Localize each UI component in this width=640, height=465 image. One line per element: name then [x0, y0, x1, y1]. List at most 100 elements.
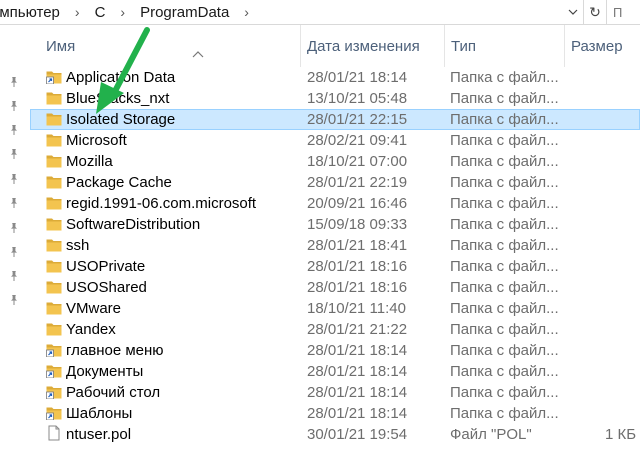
file-row[interactable]: VMware 18/10/21 11:40 Папка с файл...	[30, 298, 640, 319]
breadcrumb-separator[interactable]: ›	[234, 4, 259, 20]
file-row[interactable]: Microsoft 28/02/21 09:41 Папка с файл...	[30, 130, 640, 151]
file-type: Папка с файл...	[450, 69, 559, 86]
file-type: Папка с файл...	[450, 363, 559, 380]
file-date: 30/01/21 19:54	[307, 426, 408, 443]
file-row[interactable]: BlueStacks_nxt 13/10/21 05:48 Папка с файл…	[30, 88, 640, 109]
address-dropdown-button[interactable]	[564, 3, 582, 21]
pin-icon[interactable]	[8, 245, 20, 257]
file-row[interactable]: Рабочий стол 28/01/21 18:14 Папка с файл..…	[30, 382, 640, 403]
folder-icon	[46, 322, 62, 336]
file-type: Папка с файл...	[450, 321, 559, 338]
breadcrumb-separator[interactable]: ›	[110, 4, 135, 20]
file-type: Папка с файл...	[450, 405, 559, 422]
file-row[interactable]: Mozilla 18/10/21 07:00 Папка с файл...	[30, 151, 640, 172]
file-name: Шаблоны	[66, 405, 133, 422]
column-header-size[interactable]: Размер	[564, 25, 640, 67]
pin-icon[interactable]	[8, 172, 20, 184]
breadcrumb-computer[interactable]: омпьютер	[0, 4, 65, 21]
file-date: 28/02/21 09:41	[307, 132, 408, 149]
file-name: ssh	[66, 237, 90, 254]
folder-icon	[46, 154, 62, 168]
refresh-button[interactable]: ↻	[583, 0, 606, 24]
folder-icon	[46, 280, 62, 294]
file-date: 28/01/21 18:14	[307, 384, 408, 401]
folder-shortcut-icon	[46, 70, 62, 85]
file-type: Папка с файл...	[450, 237, 559, 254]
file-date: 28/01/21 22:19	[307, 174, 408, 191]
file-size: 1 КБ	[605, 426, 637, 443]
column-header-type[interactable]: Тип	[444, 25, 564, 67]
file-date: 15/09/18 09:33	[307, 216, 408, 233]
pin-icon[interactable]	[8, 293, 20, 305]
search-input[interactable]: П	[606, 0, 640, 24]
file-type: Папка с файл...	[450, 174, 559, 191]
column-header-date[interactable]: Дата изменения	[300, 25, 444, 67]
file-name: Mozilla	[66, 153, 113, 170]
file-type: Папка с файл...	[450, 111, 559, 128]
pin-icon[interactable]	[8, 75, 20, 87]
file-name: Документы	[66, 363, 144, 380]
file-name: VMware	[66, 300, 122, 317]
file-name: USOShared	[66, 279, 147, 296]
file-icon	[46, 425, 62, 441]
pin-icon[interactable]	[8, 269, 20, 281]
file-row[interactable]: USOShared 28/01/21 18:16 Папка с файл...	[30, 277, 640, 298]
file-date: 18/10/21 07:00	[307, 153, 408, 170]
file-date: 28/01/21 18:16	[307, 258, 408, 275]
file-row[interactable]: Yandex 28/01/21 21:22 Папка с файл...	[30, 319, 640, 340]
file-name: USOPrivate	[66, 258, 146, 275]
pin-icon[interactable]	[8, 147, 20, 159]
file-name: Рабочий стол	[66, 384, 161, 401]
file-row[interactable]: ntuser.pol 30/01/21 19:54 Файл "POL" 1 КБ	[30, 424, 640, 445]
file-name: SoftwareDistribution	[66, 216, 201, 233]
folder-icon	[46, 301, 62, 315]
file-list: Application Data 28/01/21 18:14 Папка с фа…	[30, 67, 640, 445]
column-header-name[interactable]: Имя	[40, 25, 300, 67]
pin-icon[interactable]	[8, 99, 20, 111]
file-name: Isolated Storage	[66, 111, 176, 128]
pin-icon[interactable]	[8, 221, 20, 233]
file-row[interactable]: regid.1991-06.com.microsoft 20/09/21 16:4…	[30, 193, 640, 214]
file-name: ntuser.pol	[66, 426, 132, 443]
file-date: 28/01/21 18:14	[307, 69, 408, 86]
file-date: 28/01/21 18:14	[307, 363, 408, 380]
file-date: 13/10/21 05:48	[307, 90, 408, 107]
file-date: 28/01/21 18:14	[307, 405, 408, 422]
breadcrumb-drive-c[interactable]: C	[90, 4, 111, 21]
folder-icon	[46, 112, 62, 126]
folder-shortcut-icon	[46, 406, 62, 421]
file-date: 18/10/21 11:40	[307, 300, 406, 317]
pin-icon[interactable]	[8, 123, 20, 135]
file-name: Yandex	[66, 321, 116, 338]
file-name: главное меню	[66, 342, 164, 359]
file-type: Папка с файл...	[450, 342, 559, 359]
file-type: Файл "POL"	[450, 426, 532, 443]
file-row[interactable]: Документы 28/01/21 18:14 Папка с файл...	[30, 361, 640, 382]
file-row[interactable]: USOPrivate 28/01/21 18:16 Папка с файл...	[30, 256, 640, 277]
pin-icon[interactable]	[8, 196, 20, 208]
column-header: Имя Дата изменения Тип Размер	[30, 25, 640, 67]
file-date: 28/01/21 18:16	[307, 279, 408, 296]
file-type: Папка с файл...	[450, 279, 559, 296]
file-type: Папка с файл...	[450, 153, 559, 170]
file-row[interactable]: главное меню 28/01/21 18:14 Папка с файл..…	[30, 340, 640, 361]
file-date: 28/01/21 21:22	[307, 321, 408, 338]
file-type: Папка с файл...	[450, 384, 559, 401]
file-row[interactable]: Package Cache 28/01/21 22:19 Папка с файл.…	[30, 172, 640, 193]
file-row[interactable]: Шаблоны 28/01/21 18:14 Папка с файл...	[30, 403, 640, 424]
folder-shortcut-icon	[46, 364, 62, 379]
folder-icon	[46, 217, 62, 231]
breadcrumb-programdata[interactable]: ProgramData	[135, 4, 234, 21]
search-placeholder: П	[613, 4, 623, 20]
file-row[interactable]: ssh 28/01/21 18:41 Папка с файл...	[30, 235, 640, 256]
folder-shortcut-icon	[46, 343, 62, 358]
file-type: Папка с файл...	[450, 132, 559, 149]
file-row[interactable]: Application Data 28/01/21 18:14 Папка с фа…	[30, 67, 640, 88]
folder-icon	[46, 175, 62, 189]
file-type: Папка с файл...	[450, 216, 559, 233]
file-type: Папка с файл...	[450, 195, 559, 212]
file-name: Package Cache	[66, 174, 172, 191]
breadcrumb-separator[interactable]: ›	[65, 4, 90, 20]
file-row[interactable]: SoftwareDistribution 15/09/18 09:33 Папка …	[30, 214, 640, 235]
file-row[interactable]: Isolated Storage 28/01/21 22:15 Папка с фа…	[30, 109, 640, 130]
